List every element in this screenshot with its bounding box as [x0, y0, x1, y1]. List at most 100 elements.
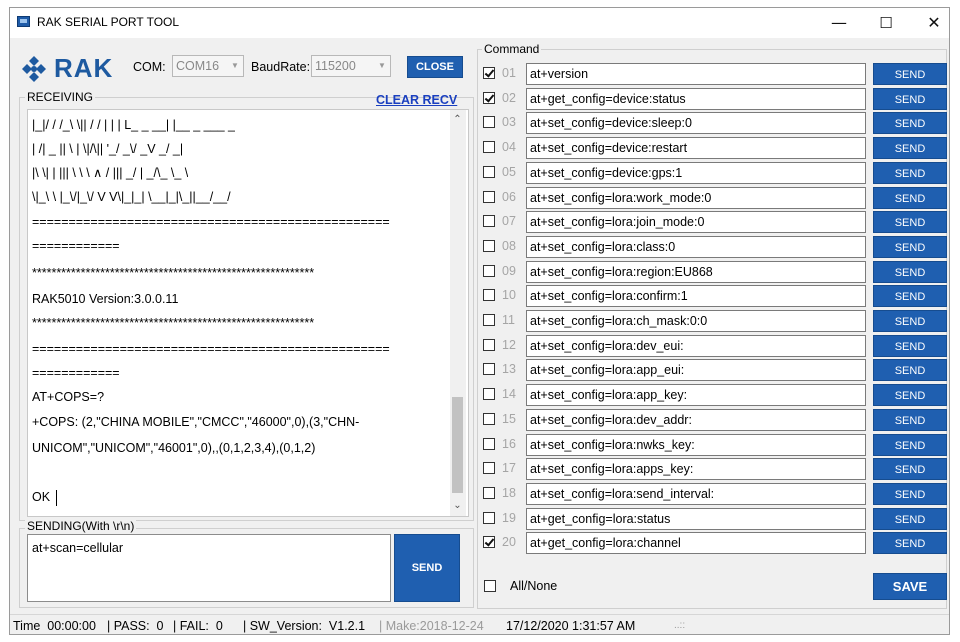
command-checkbox[interactable] — [483, 413, 495, 425]
command-send-button[interactable]: SEND — [873, 384, 947, 406]
command-input[interactable]: at+set_config=lora:dev_eui: — [526, 335, 866, 357]
command-row: 14 at+set_config=lora:app_key: SEND — [480, 383, 947, 407]
command-checkbox[interactable] — [483, 116, 495, 128]
baudrate-select[interactable]: 115200 ▼ — [311, 55, 391, 77]
command-number: 10 — [502, 288, 516, 302]
command-send-button[interactable]: SEND — [873, 409, 947, 431]
command-input[interactable]: at+set_config=lora:send_interval: — [526, 483, 866, 505]
status-datetime: 17/12/2020 1:31:57 AM — [506, 619, 636, 633]
command-number: 16 — [502, 437, 516, 451]
scroll-thumb[interactable] — [452, 397, 463, 493]
command-checkbox[interactable] — [483, 166, 495, 178]
maximize-button[interactable]: ☐ — [863, 8, 909, 38]
com-select-value: COM16 — [176, 59, 220, 73]
command-checkbox[interactable] — [483, 438, 495, 450]
command-send-button[interactable]: SEND — [873, 261, 947, 283]
command-send-button[interactable]: SEND — [873, 63, 947, 85]
command-number: 03 — [502, 115, 516, 129]
command-checkbox[interactable] — [483, 265, 495, 277]
command-checkbox[interactable] — [483, 215, 495, 227]
command-input[interactable]: at+set_config=lora:ch_mask:0:0 — [526, 310, 866, 332]
save-button[interactable]: SAVE — [873, 573, 947, 600]
all-none-checkbox[interactable] — [484, 580, 496, 592]
command-row: 02 at+get_config=device:status SEND — [480, 87, 947, 111]
resize-grip-icon[interactable]: ..:: — [674, 615, 685, 634]
command-send-button[interactable]: SEND — [873, 137, 947, 159]
command-input[interactable]: at+set_config=lora:nwks_key: — [526, 434, 866, 456]
command-input[interactable]: at+set_config=lora:join_mode:0 — [526, 211, 866, 233]
minimize-button[interactable]: — — [816, 8, 862, 38]
command-row: 09 at+set_config=lora:region:EU868 SEND — [480, 260, 947, 284]
command-number: 08 — [502, 239, 516, 253]
command-input[interactable]: at+set_config=lora:region:EU868 — [526, 261, 866, 283]
receive-textarea[interactable]: |_|/ / /_\ \|| / / | | | L_ _ __| |__ _ … — [27, 109, 469, 517]
recv-line: ========================================… — [32, 342, 390, 356]
close-port-button[interactable]: CLOSE — [407, 56, 463, 78]
command-checkbox[interactable] — [483, 67, 495, 79]
command-send-button[interactable]: SEND — [873, 236, 947, 258]
close-window-button[interactable]: ✕ — [911, 8, 949, 38]
command-checkbox[interactable] — [483, 462, 495, 474]
command-send-button[interactable]: SEND — [873, 285, 947, 307]
command-number: 15 — [502, 412, 516, 426]
status-make-date: | Make:2018-12-24 — [379, 619, 484, 633]
command-input[interactable]: at+version — [526, 63, 866, 85]
scroll-down-icon[interactable]: ⌄ — [450, 498, 465, 513]
command-input[interactable]: at+set_config=device:restart — [526, 137, 866, 159]
command-checkbox[interactable] — [483, 512, 495, 524]
command-send-button[interactable]: SEND — [873, 359, 947, 381]
title-bar: RAK SERIAL PORT TOOL — ☐ ✕ — [10, 8, 949, 38]
command-input[interactable]: at+set_config=lora:work_mode:0 — [526, 187, 866, 209]
command-row: 08 at+set_config=lora:class:0 SEND — [480, 235, 947, 259]
command-send-button[interactable]: SEND — [873, 458, 947, 480]
command-send-button[interactable]: SEND — [873, 335, 947, 357]
command-send-button[interactable]: SEND — [873, 532, 947, 554]
scroll-up-icon[interactable]: ⌃ — [450, 112, 465, 127]
command-row: 11 at+set_config=lora:ch_mask:0:0 SEND — [480, 309, 947, 333]
command-checkbox[interactable] — [483, 363, 495, 375]
clear-recv-link[interactable]: CLEAR RECV — [376, 93, 457, 107]
command-input[interactable]: at+get_config=lora:channel — [526, 532, 866, 554]
command-checkbox[interactable] — [483, 141, 495, 153]
command-checkbox[interactable] — [483, 487, 495, 499]
all-none-label: All/None — [510, 579, 558, 593]
command-checkbox[interactable] — [483, 388, 495, 400]
command-send-button[interactable]: SEND — [873, 211, 947, 233]
command-checkbox[interactable] — [483, 339, 495, 351]
command-checkbox[interactable] — [483, 191, 495, 203]
command-send-button[interactable]: SEND — [873, 162, 947, 184]
send-input[interactable]: at+scan=cellular — [27, 534, 391, 602]
command-checkbox[interactable] — [483, 289, 495, 301]
command-input[interactable]: at+set_config=lora:dev_addr: — [526, 409, 866, 431]
command-checkbox[interactable] — [483, 240, 495, 252]
rak-logo-icon — [22, 56, 46, 82]
command-send-button[interactable]: SEND — [873, 483, 947, 505]
command-checkbox[interactable] — [483, 536, 495, 548]
command-input[interactable]: at+set_config=device:gps:1 — [526, 162, 866, 184]
send-button[interactable]: SEND — [394, 534, 460, 602]
command-input[interactable]: at+set_config=device:sleep:0 — [526, 112, 866, 134]
command-input[interactable]: at+get_config=lora:status — [526, 508, 866, 530]
command-number: 02 — [502, 91, 516, 105]
command-send-button[interactable]: SEND — [873, 434, 947, 456]
command-number: 01 — [502, 66, 516, 80]
command-input[interactable]: at+set_config=lora:class:0 — [526, 236, 866, 258]
command-send-button[interactable]: SEND — [873, 112, 947, 134]
command-input[interactable]: at+get_config=device:status — [526, 88, 866, 110]
command-checkbox[interactable] — [483, 314, 495, 326]
command-input[interactable]: at+set_config=lora:app_eui: — [526, 359, 866, 381]
command-send-button[interactable]: SEND — [873, 508, 947, 530]
command-send-button[interactable]: SEND — [873, 310, 947, 332]
command-checkbox[interactable] — [483, 92, 495, 104]
command-input[interactable]: at+set_config=lora:apps_key: — [526, 458, 866, 480]
chevron-down-icon: ▼ — [378, 61, 386, 70]
command-input[interactable]: at+set_config=lora:app_key: — [526, 384, 866, 406]
receive-scrollbar[interactable]: ⌃ ⌄ — [450, 110, 466, 516]
command-number: 11 — [502, 313, 515, 327]
command-row: 19 at+get_config=lora:status SEND — [480, 507, 947, 531]
command-send-button[interactable]: SEND — [873, 88, 947, 110]
com-select[interactable]: COM16 ▼ — [172, 55, 244, 77]
command-send-button[interactable]: SEND — [873, 187, 947, 209]
status-sw-version: | SW_Version: V1.2.1 — [243, 619, 366, 633]
command-input[interactable]: at+set_config=lora:confirm:1 — [526, 285, 866, 307]
